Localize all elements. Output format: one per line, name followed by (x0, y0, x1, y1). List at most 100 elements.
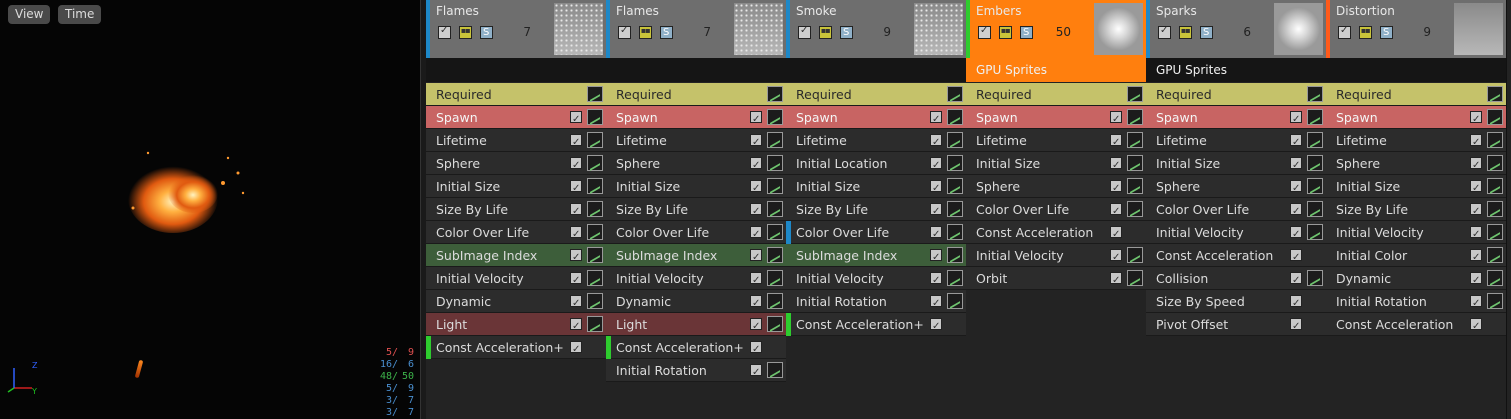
curve-editor-graph-icon[interactable] (1307, 270, 1323, 286)
module-row[interactable]: Orbit (966, 267, 1146, 292)
view-menu-button[interactable]: View (8, 5, 51, 24)
module-row[interactable]: SubImage Index (786, 244, 966, 269)
emitter-header[interactable]: Flames S 7 (606, 0, 786, 58)
module-row[interactable]: Dynamic (1326, 267, 1506, 292)
curve-editor-graph-icon[interactable] (587, 247, 603, 263)
emitter-header[interactable]: Sparks S 6 (1146, 0, 1326, 58)
module-enable-checkbox-icon[interactable] (1470, 154, 1482, 177)
module-enable-checkbox-icon[interactable] (1470, 246, 1482, 269)
emitter-type-bar[interactable]: GPU Sprites (966, 58, 1146, 82)
curve-editor-graph-icon[interactable] (587, 86, 603, 102)
detail-mode-icon[interactable] (1178, 26, 1192, 39)
curve-editor-graph-icon[interactable] (947, 86, 963, 102)
module-enable-checkbox-icon[interactable] (1110, 223, 1122, 246)
module-row[interactable]: Color Over Life (1146, 198, 1326, 223)
curve-editor-graph-icon[interactable] (767, 155, 783, 171)
module-enable-checkbox-icon[interactable] (570, 223, 582, 246)
module-row[interactable]: Lifetime (786, 129, 966, 154)
module-enable-checkbox-icon[interactable] (1470, 315, 1482, 338)
module-row[interactable]: Spawn (786, 106, 966, 131)
module-row[interactable]: Initial Location (786, 152, 966, 177)
curve-editor-graph-icon[interactable] (1487, 86, 1503, 102)
solo-s-icon[interactable]: S (659, 26, 673, 39)
module-row[interactable]: Size By Life (426, 198, 606, 223)
module-row[interactable]: Size By Life (1326, 198, 1506, 223)
module-enable-checkbox-icon[interactable] (1470, 108, 1482, 131)
module-row[interactable]: Initial Size (786, 175, 966, 200)
curve-editor-graph-icon[interactable] (1307, 86, 1323, 102)
module-enable-checkbox-icon[interactable] (750, 361, 762, 384)
detail-mode-icon[interactable] (638, 26, 652, 39)
solo-s-icon[interactable]: S (1379, 26, 1393, 39)
module-enable-checkbox-icon[interactable] (930, 131, 942, 154)
curve-editor-graph-icon[interactable] (947, 293, 963, 309)
module-enable-checkbox-icon[interactable] (930, 292, 942, 315)
module-enable-checkbox-icon[interactable] (930, 223, 942, 246)
curve-editor-graph-icon[interactable] (1127, 155, 1143, 171)
curve-editor-graph-icon[interactable] (1307, 224, 1323, 240)
module-row[interactable]: Const Acceleration+ (606, 336, 786, 361)
module-row[interactable]: Initial Velocity (966, 244, 1146, 269)
solo-s-icon[interactable]: S (1019, 26, 1033, 39)
module-row[interactable]: Required (606, 83, 786, 106)
module-row[interactable]: Sphere (426, 152, 606, 177)
emitter-type-bar[interactable] (426, 58, 606, 82)
module-enable-checkbox-icon[interactable] (1470, 223, 1482, 246)
solo-s-icon[interactable]: S (1199, 26, 1213, 39)
module-row[interactable]: Color Over Life (786, 221, 966, 246)
module-row[interactable]: Lifetime (1146, 129, 1326, 154)
emitter-type-bar[interactable] (606, 58, 786, 82)
curve-editor-graph-icon[interactable] (1127, 201, 1143, 217)
module-row[interactable]: Initial Velocity (426, 267, 606, 292)
module-enable-checkbox-icon[interactable] (1290, 154, 1302, 177)
module-enable-checkbox-icon[interactable] (570, 154, 582, 177)
module-row[interactable]: Initial Size (426, 175, 606, 200)
curve-editor-graph-icon[interactable] (767, 86, 783, 102)
curve-editor-graph-icon[interactable] (1307, 178, 1323, 194)
curve-editor-graph-icon[interactable] (1127, 178, 1143, 194)
module-row[interactable]: Lifetime (966, 129, 1146, 154)
enable-checkbox-icon[interactable] (798, 25, 811, 39)
curve-editor-graph-icon[interactable] (1487, 224, 1503, 240)
module-enable-checkbox-icon[interactable] (570, 131, 582, 154)
module-enable-checkbox-icon[interactable] (930, 200, 942, 223)
module-row[interactable]: Initial Size (1146, 152, 1326, 177)
module-row[interactable]: Initial Size (966, 152, 1146, 177)
module-row[interactable]: Spawn (966, 106, 1146, 131)
curve-editor-graph-icon[interactable] (947, 247, 963, 263)
module-row[interactable]: Collision (1146, 267, 1326, 292)
curve-editor-graph-icon[interactable] (587, 293, 603, 309)
curve-editor-graph-icon[interactable] (947, 155, 963, 171)
module-row[interactable]: Const Acceleration+ (426, 336, 606, 361)
curve-editor-graph-icon[interactable] (1307, 155, 1323, 171)
module-row[interactable]: Light (426, 313, 606, 338)
curve-editor-graph-icon[interactable] (1127, 109, 1143, 125)
curve-editor-graph-icon[interactable] (587, 270, 603, 286)
module-enable-checkbox-icon[interactable] (1110, 246, 1122, 269)
module-row[interactable]: SubImage Index (426, 244, 606, 269)
module-enable-checkbox-icon[interactable] (570, 269, 582, 292)
module-row[interactable]: Required (1146, 83, 1326, 106)
preview-viewport[interactable]: View Time Z Y 5/9 16/6 48/50 5/9 3/7 3/7 (0, 0, 420, 419)
module-row[interactable]: Size By Life (606, 198, 786, 223)
module-enable-checkbox-icon[interactable] (1290, 131, 1302, 154)
module-enable-checkbox-icon[interactable] (570, 200, 582, 223)
curve-editor-graph-icon[interactable] (767, 201, 783, 217)
module-enable-checkbox-icon[interactable] (750, 338, 762, 361)
emitter-header[interactable]: Embers S 50 (966, 0, 1146, 58)
module-enable-checkbox-icon[interactable] (750, 131, 762, 154)
module-row[interactable]: Spawn (606, 106, 786, 131)
module-enable-checkbox-icon[interactable] (750, 269, 762, 292)
module-enable-checkbox-icon[interactable] (750, 200, 762, 223)
curve-editor-graph-icon[interactable] (947, 178, 963, 194)
curve-editor-graph-icon[interactable] (767, 270, 783, 286)
module-enable-checkbox-icon[interactable] (1110, 200, 1122, 223)
curve-editor-graph-icon[interactable] (1487, 201, 1503, 217)
curve-editor-graph-icon[interactable] (587, 178, 603, 194)
curve-editor-graph-icon[interactable] (1487, 132, 1503, 148)
module-enable-checkbox-icon[interactable] (1290, 177, 1302, 200)
curve-editor-graph-icon[interactable] (587, 224, 603, 240)
curve-editor-graph-icon[interactable] (767, 109, 783, 125)
module-row[interactable]: Const Acceleration (966, 221, 1146, 246)
module-enable-checkbox-icon[interactable] (930, 177, 942, 200)
